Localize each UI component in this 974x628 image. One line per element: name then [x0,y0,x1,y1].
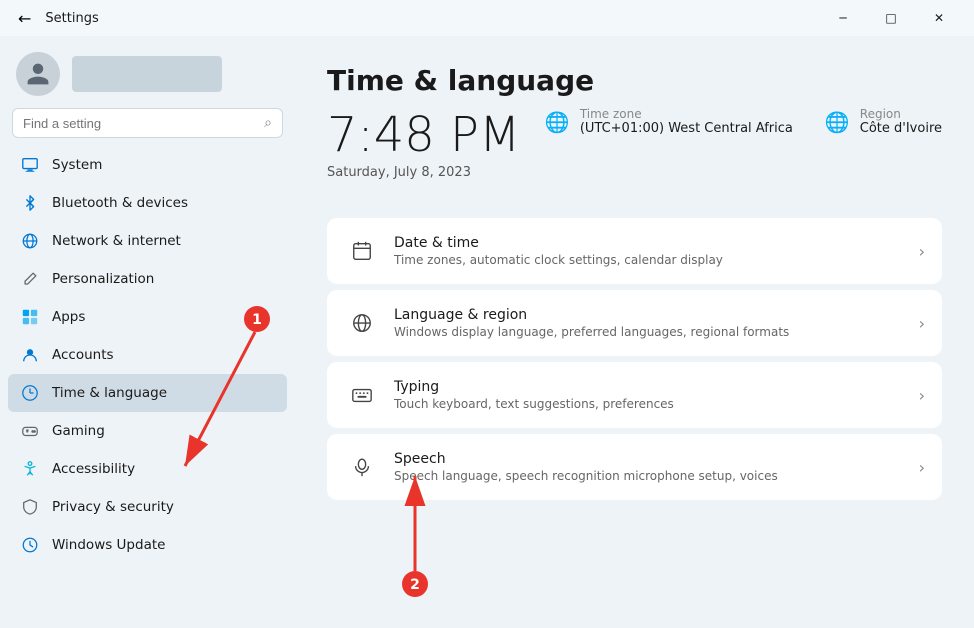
sidebar-item-gaming[interactable]: Gaming [8,412,287,450]
sidebar-item-label: Windows Update [52,537,165,553]
sidebar-item-apps[interactable]: Apps [8,298,287,336]
card-speech[interactable]: Speech Speech language, speech recogniti… [327,434,942,500]
card-text: Date & time Time zones, automatic clock … [394,235,919,267]
card-typing[interactable]: Typing Touch keyboard, text suggestions,… [327,362,942,428]
card-date-time[interactable]: Date & time Time zones, automatic clock … [327,218,942,284]
card-description: Speech language, speech recognition micr… [394,469,919,483]
card-language-region[interactable]: Language & region Windows display langua… [327,290,942,356]
sidebar-item-accessibility[interactable]: Accessibility [8,450,287,488]
card-text: Language & region Windows display langua… [394,307,919,339]
titlebar-controls: ─ □ ✕ [820,2,962,34]
card-description: Touch keyboard, text suggestions, prefer… [394,397,919,411]
avatar[interactable] [16,52,60,96]
sidebar-item-time[interactable]: Time & language [8,374,287,412]
profile-name-placeholder [72,56,222,92]
sidebar-item-system[interactable]: System [8,146,287,184]
card-description: Windows display language, preferred lang… [394,325,919,339]
titlebar-left: ← Settings [12,7,820,30]
user-icon [25,61,51,87]
card-description: Time zones, automatic clock settings, ca… [394,253,919,267]
region-icon: 🌐 [825,110,850,134]
sidebar-item-label: Network & internet [52,233,181,249]
minimize-button[interactable]: ─ [820,2,866,34]
main-content: Time & language 7:48 PM Saturday, July 8… [295,36,974,628]
card-title: Date & time [394,235,919,251]
card-text: Speech Speech language, speech recogniti… [394,451,919,483]
chevron-right-icon: › [919,242,925,261]
app-title: Settings [45,11,98,26]
network-icon [20,231,40,251]
sidebar-item-label: Personalization [52,271,154,287]
speech-icon [344,449,380,485]
current-time: 7:48 PM [327,107,520,163]
sidebar-nav: System Bluetooth & devices Network & int… [0,146,295,564]
sidebar-item-label: Gaming [52,423,105,439]
sidebar-item-label: Bluetooth & devices [52,195,188,211]
time-icon [20,383,40,403]
page-title: Time & language [327,64,942,97]
card-title: Language & region [394,307,919,323]
close-button[interactable]: ✕ [916,2,962,34]
timezone-region-row: 🌐 Time zone (UTC+01:00) West Central Afr… [545,107,942,136]
apps-icon [20,307,40,327]
sidebar-item-bluetooth[interactable]: Bluetooth & devices [8,184,287,222]
sidebar-item-label: Apps [52,309,85,325]
timezone-item: 🌐 Time zone (UTC+01:00) West Central Afr… [545,107,793,136]
language-region-icon [344,305,380,341]
sidebar-item-personalization[interactable]: Personalization [8,260,287,298]
region-label: Region [860,107,942,121]
accessibility-icon [20,459,40,479]
timezone-value: (UTC+01:00) West Central Africa [580,121,793,136]
sidebar-item-label: Time & language [52,385,167,401]
maximize-button[interactable]: □ [868,2,914,34]
accounts-icon [20,345,40,365]
typing-icon [344,377,380,413]
chevron-right-icon: › [919,314,925,333]
chevron-right-icon: › [919,458,925,477]
sidebar-item-label: Accessibility [52,461,135,477]
current-date: Saturday, July 8, 2023 [327,165,520,180]
timezone-icon: 🌐 [545,110,570,134]
card-title: Speech [394,451,919,467]
sidebar-item-accounts[interactable]: Accounts [8,336,287,374]
search-input[interactable] [23,116,258,131]
region-item: 🌐 Region Côte d'Ivoire [825,107,942,136]
privacy-icon [20,497,40,517]
card-title: Typing [394,379,919,395]
app-body: ⌕ System Bluetooth & devices Network & i… [0,36,974,628]
chevron-right-icon: › [919,386,925,405]
gaming-icon [20,421,40,441]
sidebar-item-privacy[interactable]: Privacy & security [8,488,287,526]
bluetooth-icon [20,193,40,213]
sidebar-item-network[interactable]: Network & internet [8,222,287,260]
back-button[interactable]: ← [12,7,37,30]
update-icon [20,535,40,555]
search-box[interactable]: ⌕ [12,108,283,138]
settings-cards: Date & time Time zones, automatic clock … [327,218,942,500]
date-time-icon [344,233,380,269]
sidebar: ⌕ System Bluetooth & devices Network & i… [0,36,295,628]
sidebar-item-label: Privacy & security [52,499,174,515]
profile-section [0,36,295,108]
sidebar-item-update[interactable]: Windows Update [8,526,287,564]
search-icon: ⌕ [264,115,272,131]
card-text: Typing Touch keyboard, text suggestions,… [394,379,919,411]
sidebar-item-label: Accounts [52,347,114,363]
titlebar: ← Settings ─ □ ✕ [0,0,974,36]
timezone-label: Time zone [580,107,793,121]
sidebar-item-label: System [52,157,102,173]
system-icon [20,155,40,175]
personalization-icon [20,269,40,289]
region-value: Côte d'Ivoire [860,121,942,136]
